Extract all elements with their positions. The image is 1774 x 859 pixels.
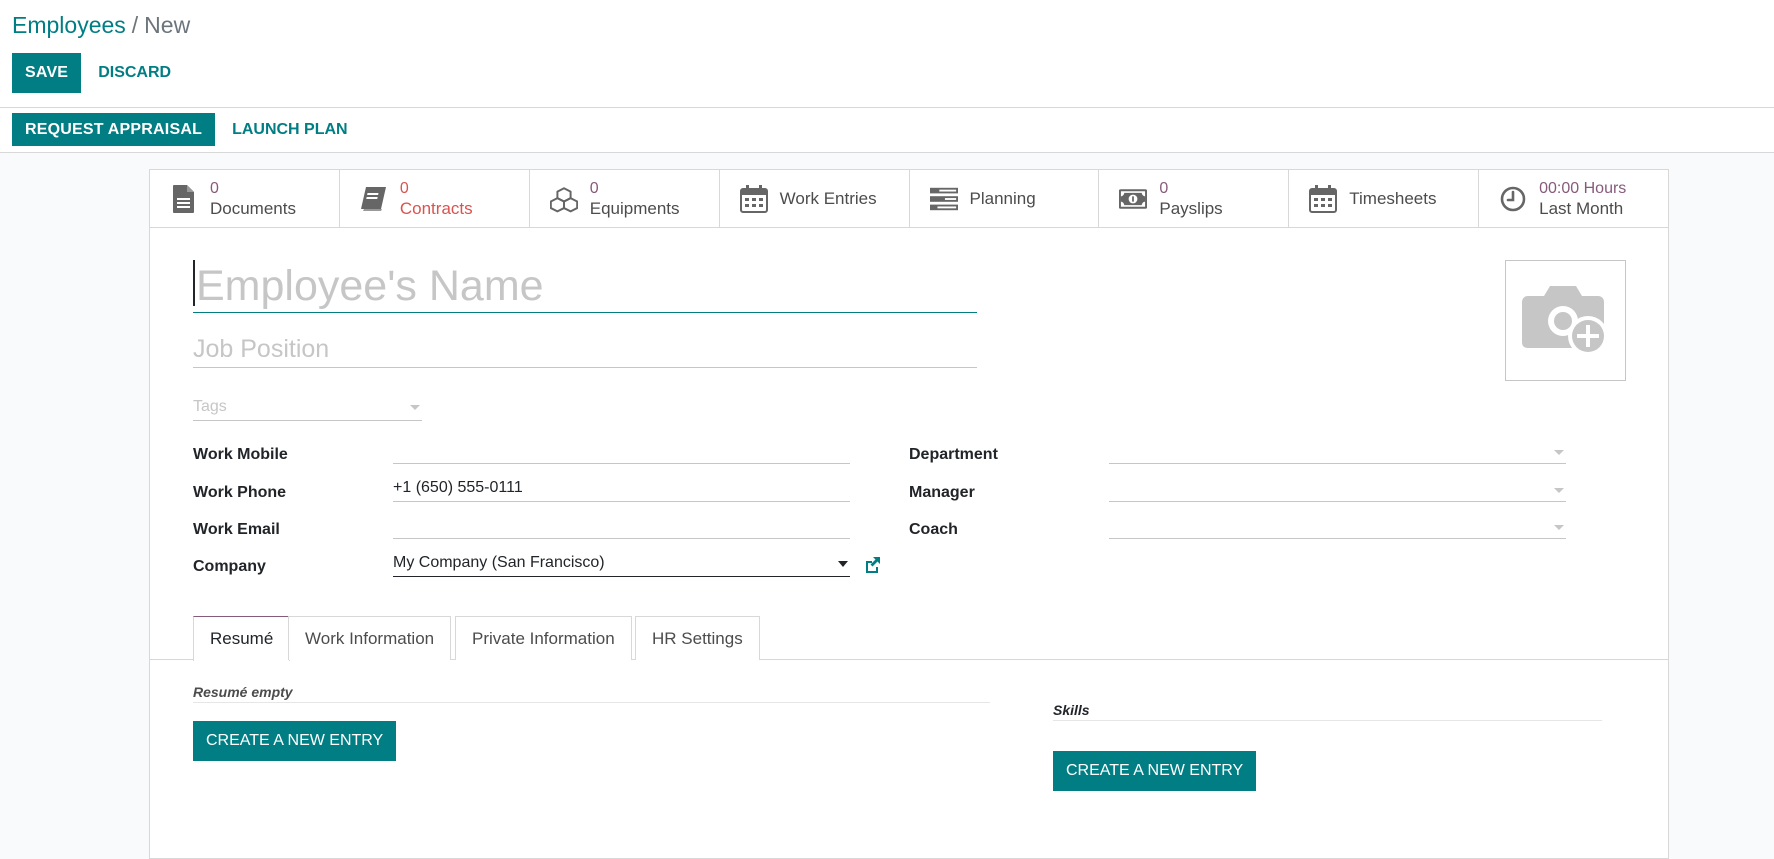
equipments-label: Equipments — [589, 198, 680, 218]
payslips-button[interactable]: 0 Payslips — [1099, 170, 1290, 227]
timesheets-button[interactable]: Timesheets — [1289, 170, 1480, 227]
work-entries-button[interactable]: Work Entries — [720, 170, 910, 227]
work-phone-label: Work Phone — [193, 484, 287, 501]
chevron-down-icon — [838, 561, 848, 567]
equipments-button[interactable]: 0 Equipments — [530, 170, 720, 227]
tab-hr-settings[interactable]: HR Settings — [635, 616, 760, 660]
department-select[interactable] — [1109, 438, 1566, 464]
planning-button[interactable]: Planning — [910, 170, 1100, 227]
work-email-label: Work Email — [193, 521, 280, 538]
tags-input[interactable]: Tags — [193, 396, 422, 421]
notebook-tabs: Resumé Work Information Private Informat… — [150, 616, 1668, 661]
form-actions: Save Discard — [12, 53, 188, 93]
breadcrumb-current: New — [144, 12, 191, 38]
chevron-down-icon — [1554, 488, 1564, 493]
money-icon — [1119, 185, 1148, 213]
payslips-count: 0 — [1159, 179, 1169, 197]
employee-name-placeholder: Employee's Name — [196, 262, 544, 310]
statusbar: Request Appraisal Launch Plan — [0, 108, 1774, 153]
employee-photo-upload[interactable] — [1505, 260, 1626, 381]
tab-private-information[interactable]: Private Information — [455, 616, 632, 660]
control-panel: Employees / New Save Discard — [0, 0, 1774, 108]
timesheets-label: Timesheets — [1349, 188, 1437, 208]
resume-empty-label: Resumé empty — [193, 684, 990, 703]
coach-select[interactable] — [1109, 513, 1566, 539]
hours-label: Last Month — [1539, 198, 1624, 218]
save-button[interactable]: Save — [12, 53, 82, 93]
calendar-icon — [1309, 184, 1338, 213]
smart-buttons: 0 Documents 0 Contracts 0 Equipments Work E… — [150, 170, 1668, 228]
book-icon — [360, 185, 388, 213]
breadcrumb: Employees / New — [12, 11, 190, 39]
tags-placeholder: Tags — [193, 398, 227, 415]
camera-add-icon — [1521, 285, 1608, 356]
company-label: Company — [193, 558, 266, 575]
contracts-button[interactable]: 0 Contracts — [340, 170, 530, 227]
job-position-placeholder: Job Position — [193, 335, 330, 363]
equipments-count: 0 — [589, 179, 599, 197]
hours-value: 00:00 Hours — [1539, 179, 1627, 197]
job-position-input[interactable]: Job Position — [193, 333, 977, 368]
skills-title: Skills — [1053, 702, 1602, 721]
planning-label: Planning — [969, 188, 1036, 208]
company-select[interactable]: My Company (San Francisco) — [393, 551, 850, 577]
documents-button[interactable]: 0 Documents — [150, 170, 340, 227]
department-label: Department — [909, 446, 998, 463]
text-cursor — [193, 260, 195, 306]
chevron-down-icon — [1554, 525, 1564, 530]
external-link-icon[interactable] — [863, 556, 881, 574]
tab-work-information[interactable]: Work Information — [288, 616, 452, 660]
payslips-label: Payslips — [1159, 198, 1223, 218]
request-appraisal-button[interactable]: Request Appraisal — [12, 113, 216, 146]
manager-select[interactable] — [1109, 476, 1566, 502]
calendar-icon — [739, 184, 768, 213]
documents-label: Documents — [210, 198, 296, 218]
work-mobile-label: Work Mobile — [193, 446, 288, 463]
employee-name-input[interactable]: Employee's Name — [193, 260, 977, 313]
breadcrumb-separator: / — [131, 12, 139, 38]
chevron-down-icon — [410, 405, 420, 410]
work-phone-input[interactable]: +1 (650) 555-0111 — [393, 476, 850, 502]
timesheet-hours-button[interactable]: 00:00 Hours Last Month — [1479, 170, 1668, 227]
manager-label: Manager — [909, 484, 975, 501]
form-sheet: 0 Documents 0 Contracts 0 Equipments Work E… — [149, 169, 1669, 859]
launch-plan-button[interactable]: Launch Plan — [215, 113, 365, 146]
tab-resume[interactable]: Resumé — [193, 616, 291, 661]
create-resume-entry-button[interactable]: Create a new entry — [193, 721, 397, 761]
clock-icon — [1499, 185, 1527, 213]
create-skill-entry-button[interactable]: Create a new entry — [1053, 751, 1257, 791]
work-mobile-input[interactable] — [393, 438, 850, 464]
chevron-down-icon — [1554, 450, 1564, 455]
discard-button[interactable]: Discard — [81, 53, 188, 93]
breadcrumb-employees-link[interactable]: Employees — [12, 12, 126, 38]
work-entries-label: Work Entries — [779, 188, 877, 208]
contracts-count: 0 — [399, 179, 409, 197]
contracts-label: Contracts — [399, 198, 473, 218]
cubes-icon — [549, 185, 578, 213]
company-value: My Company (San Francisco) — [393, 554, 605, 571]
documents-count: 0 — [210, 179, 219, 197]
work-email-input[interactable] — [393, 513, 850, 539]
tasks-icon — [929, 185, 958, 213]
coach-label: Coach — [909, 521, 958, 538]
document-icon — [170, 184, 198, 213]
